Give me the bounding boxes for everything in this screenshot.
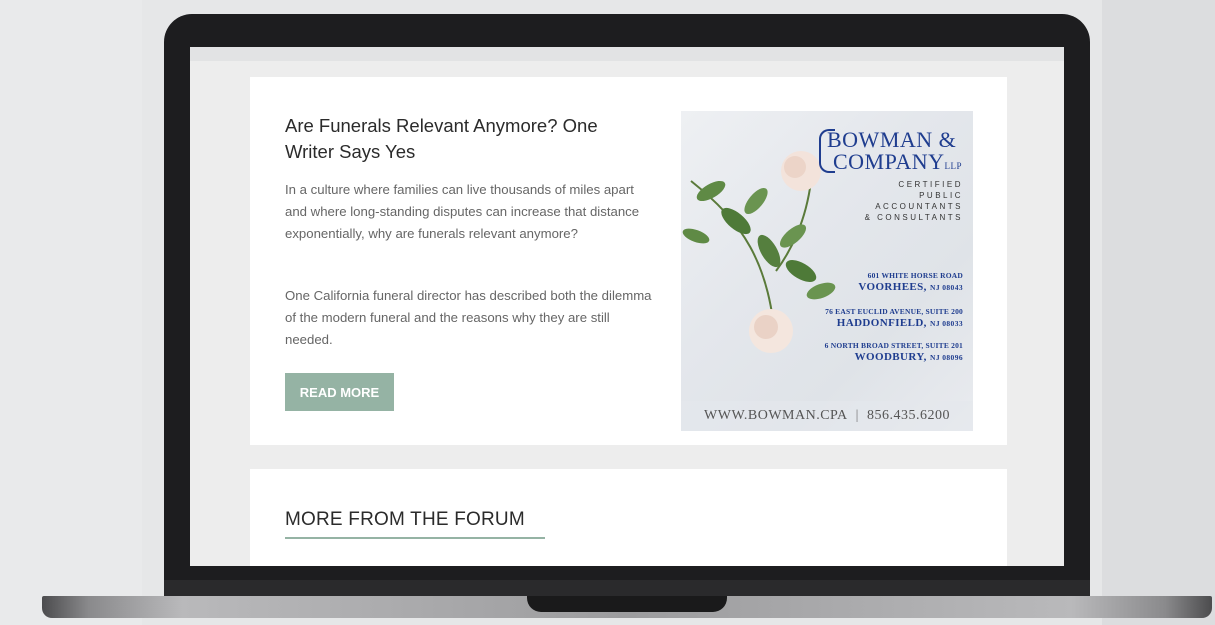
ad-service-line: ACCOUNTANTS	[875, 202, 963, 211]
ad-separator: |	[855, 408, 859, 423]
ad-service-line: PUBLIC	[919, 191, 963, 200]
forum-card: MORE FROM THE FORUM	[250, 469, 1007, 566]
read-more-button[interactable]: READ MORE	[285, 373, 394, 411]
background-right	[1102, 0, 1215, 625]
ad-address-voorhees: 601 WHITE HORSE ROAD VOORHEES, NJ 08043	[763, 271, 963, 294]
ad-website: WWW.BOWMAN.CPA	[704, 408, 848, 423]
bowman-ad-banner[interactable]: BOWMAN & COMPANYLLP CERTIFIED PUBLIC ACC…	[681, 111, 973, 431]
ad-city-name: HADDONFIELD,	[836, 317, 927, 329]
article-card: Are Funerals Relevant Anymore? One Write…	[250, 77, 1007, 445]
ad-city-name: WOODBURY,	[854, 351, 927, 363]
ad-address-street: 601 WHITE HORSE ROAD	[867, 271, 963, 280]
ad-address-street: 76 EAST EUCLID AVENUE, SUITE 200	[825, 307, 963, 316]
rose-illustration-icon	[682, 151, 836, 353]
screen-top-strip	[190, 47, 1064, 61]
background-left	[0, 0, 142, 625]
ad-phone: 856.435.6200	[866, 408, 950, 423]
ad-address-city: HADDONFIELD, NJ 08033	[763, 317, 963, 330]
ad-services: CERTIFIED PUBLIC ACCOUNTANTS & CONSULTAN…	[833, 179, 963, 223]
ad-address-city: VOORHEES, NJ 08043	[763, 281, 963, 294]
ad-city-zip: NJ 08096	[930, 353, 963, 362]
ad-service-line: CERTIFIED	[898, 180, 963, 189]
forum-section-title: MORE FROM THE FORUM	[285, 509, 525, 530]
ad-footer: WWW.BOWMAN.CPA | 856.435.6200	[681, 401, 973, 431]
ad-service-line: & CONSULTANTS	[864, 213, 963, 222]
laptop-notch	[527, 596, 727, 612]
article-title: Are Funerals Relevant Anymore? One Write…	[285, 115, 598, 162]
laptop-hinge	[164, 580, 1090, 596]
ad-brand-suffix: LLP	[944, 161, 963, 171]
laptop-screen: Are Funerals Relevant Anymore? One Write…	[190, 47, 1064, 566]
ad-city-name: VOORHEES,	[858, 281, 927, 293]
ad-address-city: WOODBURY, NJ 08096	[763, 351, 963, 364]
forum-title-underline	[285, 537, 545, 539]
ad-address-street: 6 NORTH BROAD STREET, SUITE 201	[824, 341, 963, 350]
ad-city-zip: NJ 08043	[930, 283, 963, 292]
ad-city-zip: NJ 08033	[930, 319, 963, 328]
article-paragraph-2: One California funeral director has desc…	[285, 288, 652, 347]
ad-address-haddonfield: 76 EAST EUCLID AVENUE, SUITE 200 HADDONF…	[763, 307, 963, 330]
ad-brand-line-2: COMPANYLLP	[833, 149, 962, 175]
ad-brand-name: COMPANY	[833, 149, 945, 174]
article-paragraph-1: In a culture where families can live tho…	[285, 182, 640, 241]
ad-address-woodbury: 6 NORTH BROAD STREET, SUITE 201 WOODBURY…	[763, 341, 963, 364]
